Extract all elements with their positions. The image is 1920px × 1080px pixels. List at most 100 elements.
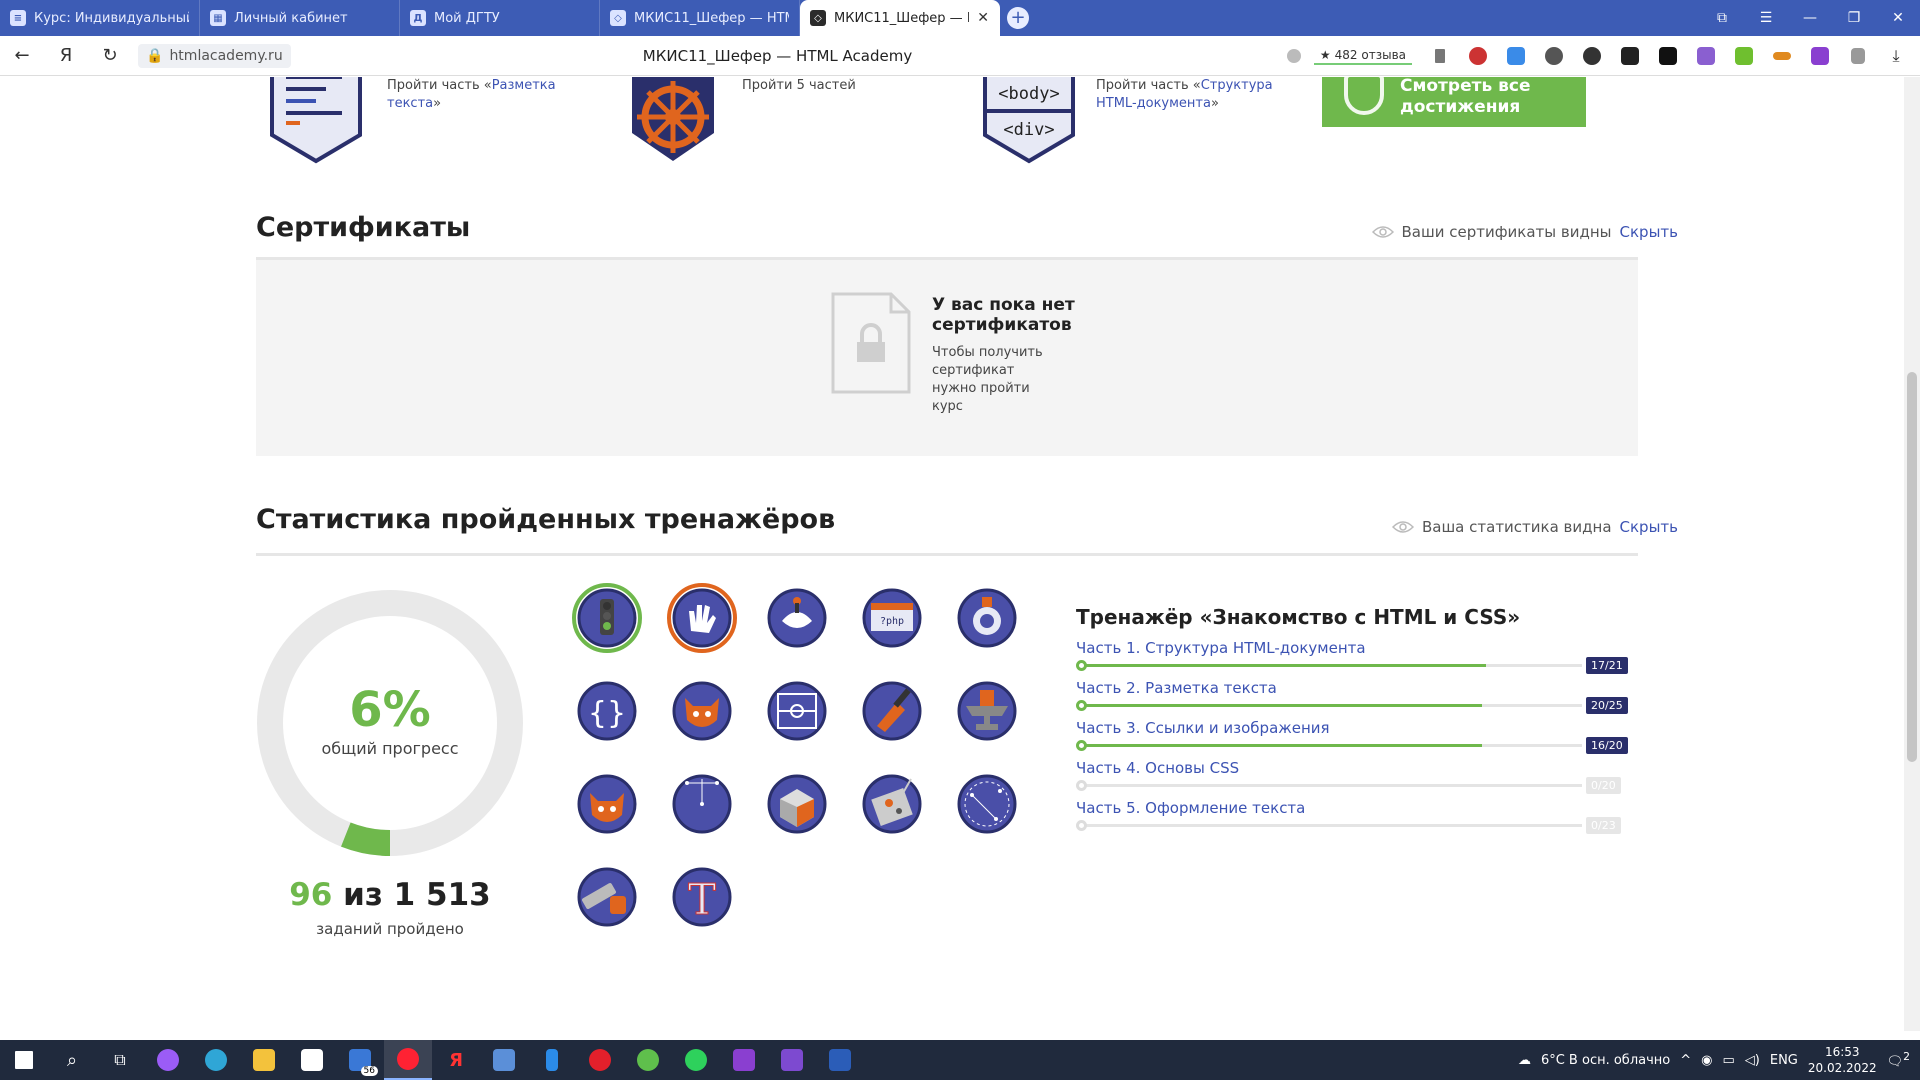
course-part-count-badge: 17/21 xyxy=(1586,657,1628,674)
vk-icon[interactable] xyxy=(1650,40,1686,72)
yandex-browser-icon[interactable] xyxy=(384,1040,432,1080)
course-part-link[interactable]: Часть 2. Разметка текста xyxy=(1076,679,1277,697)
clock[interactable]: 16:53 20.02.2022 xyxy=(1808,1044,1877,1076)
course-part-progress-dot xyxy=(1076,700,1087,711)
extensions-icon[interactable] xyxy=(1840,40,1876,72)
rubik-cube-icon[interactable] xyxy=(762,769,832,839)
windows-start-icon[interactable] xyxy=(0,1040,48,1080)
globe-network-icon[interactable] xyxy=(952,769,1022,839)
menu-icon[interactable]: ☰ xyxy=(1744,0,1788,36)
course-part-link[interactable]: Часть 3. Ссылки и изображения xyxy=(1076,719,1330,737)
steam-icon[interactable]: ◉ xyxy=(1701,1053,1712,1068)
text-markup-badge-icon xyxy=(270,77,362,164)
phone-icon[interactable] xyxy=(528,1040,576,1080)
weather-text[interactable]: 6°C В осн. облачно xyxy=(1541,1053,1670,1068)
robot-remote-icon[interactable] xyxy=(857,769,927,839)
extension-rainbow-icon[interactable] xyxy=(1764,40,1800,72)
tasks-label: заданий пройдено xyxy=(316,920,464,938)
course-part-link[interactable]: Часть 1. Структура HTML-документа xyxy=(1076,639,1366,657)
browser-tab-1[interactable]: ≡ Курс: Индивидуальный пр xyxy=(0,0,200,36)
spinning-top-icon[interactable] xyxy=(762,583,832,653)
typography-t-icon[interactable]: T xyxy=(667,862,737,932)
certificates-visibility: Ваши сертификаты видны Скрыть xyxy=(1371,223,1678,241)
search-icon[interactable]: ⌕ xyxy=(48,1040,96,1080)
calculator-icon[interactable] xyxy=(480,1040,528,1080)
page-scrollbar[interactable] xyxy=(1904,77,1920,1031)
php-clapper-icon[interactable]: ?php xyxy=(857,583,927,653)
football-field-icon[interactable] xyxy=(762,676,832,746)
vulcan-hand-icon[interactable] xyxy=(667,583,737,653)
close-window-icon[interactable]: ✕ xyxy=(1876,0,1920,36)
browser-tab-active[interactable]: ◇ МКИС11_Шефер — HTM ✕ xyxy=(800,0,1000,36)
fox-icon[interactable] xyxy=(572,769,642,839)
extension-grid-icon[interactable] xyxy=(1688,40,1724,72)
opera-icon[interactable] xyxy=(576,1040,624,1080)
course-part-progress-dot xyxy=(1076,740,1087,751)
visual-studio-icon[interactable] xyxy=(768,1040,816,1080)
ship-wheel-badge-icon xyxy=(632,77,714,161)
close-tab-icon[interactable]: ✕ xyxy=(977,10,989,26)
svg-text:?php: ?php xyxy=(880,616,904,627)
clock-time: 16:53 xyxy=(1824,1045,1860,1059)
reviews-badge[interactable]: ★ 482 отзыва xyxy=(1313,48,1412,65)
twitch-icon[interactable] xyxy=(720,1040,768,1080)
pendulum-icon[interactable] xyxy=(667,769,737,839)
scrollbar-thumb[interactable] xyxy=(1907,372,1917,762)
portal-icon: ▦ xyxy=(210,10,226,26)
store-icon[interactable] xyxy=(288,1040,336,1080)
mail-icon[interactable]: 56 xyxy=(336,1040,384,1080)
fox-sleep-icon[interactable] xyxy=(667,676,737,746)
alice-icon[interactable] xyxy=(144,1040,192,1080)
university-icon: Д xyxy=(410,10,426,26)
tasks-count: 96 из 1 513 xyxy=(256,877,524,913)
minimize-icon[interactable]: — xyxy=(1788,0,1832,36)
curly-braces-icon[interactable]: {} xyxy=(572,676,642,746)
speaker-icon[interactable]: ◁) xyxy=(1745,1053,1760,1068)
yandex-icon[interactable]: Я xyxy=(432,1040,480,1080)
extension-shield-icon[interactable] xyxy=(1460,40,1496,72)
traffic-light-icon[interactable] xyxy=(572,583,642,653)
task-view-icon[interactable]: ⧉ xyxy=(96,1040,144,1080)
course-part-progress-dot xyxy=(1076,820,1087,831)
course-part-link[interactable]: Часть 4. Основы CSS xyxy=(1076,759,1239,777)
browser-tab-2[interactable]: ▦ Личный кабинет xyxy=(200,0,400,36)
browser-tab-4[interactable]: ◇ МКИС11_Шефер — HTML xyxy=(600,0,800,36)
telegram-icon[interactable] xyxy=(624,1040,672,1080)
course-part-link[interactable]: Часть 5. Оформление текста xyxy=(1076,799,1305,817)
extension-circle-icon[interactable] xyxy=(1574,40,1610,72)
network-icon[interactable]: ▭ xyxy=(1722,1053,1734,1068)
course-part-row: Часть 1. Структура HTML-документа 17/21 xyxy=(1076,639,1628,679)
chainsaw-icon[interactable] xyxy=(572,862,642,932)
edge-icon[interactable] xyxy=(192,1040,240,1080)
hide-stats-link[interactable]: Скрыть xyxy=(1620,518,1678,536)
notifications-icon[interactable]: 🗨2 xyxy=(1887,1050,1910,1069)
protect-icon[interactable] xyxy=(1276,40,1312,72)
shield-icon xyxy=(1344,77,1384,115)
submarine-icon[interactable] xyxy=(952,583,1022,653)
hide-certificates-link[interactable]: Скрыть xyxy=(1620,223,1678,241)
twitch-icon[interactable] xyxy=(1802,40,1838,72)
language-indicator[interactable]: ENG xyxy=(1770,1053,1798,1068)
bookmark-icon[interactable] xyxy=(1422,40,1458,72)
new-tab-button[interactable]: + xyxy=(1000,0,1036,36)
extension-bulb-icon[interactable] xyxy=(1536,40,1572,72)
word-icon[interactable] xyxy=(816,1040,864,1080)
course-part-row: Часть 4. Основы CSS 0/20 xyxy=(1076,759,1626,799)
chevron-up-icon[interactable]: ^ xyxy=(1680,1053,1691,1068)
browser-tab-strip: ≡ Курс: Индивидуальный пр ▦ Личный кабин… xyxy=(0,0,1920,36)
browser-tab-3[interactable]: Д Мой ДГТУ xyxy=(400,0,600,36)
tab-title: Мой ДГТУ xyxy=(434,10,500,26)
paint-brush-icon[interactable] xyxy=(857,676,927,746)
downloads-icon[interactable]: ⤓ xyxy=(1878,40,1914,72)
extension-arrow-icon[interactable] xyxy=(1498,40,1534,72)
restore-icon[interactable]: ❐ xyxy=(1832,0,1876,36)
collections-icon[interactable]: ⧉ xyxy=(1700,0,1744,36)
eye-icon xyxy=(1391,521,1414,533)
extension-check-icon[interactable] xyxy=(1612,40,1648,72)
file-explorer-icon[interactable] xyxy=(240,1040,288,1080)
view-all-achievements-button[interactable]: Смотреть все достижения xyxy=(1322,77,1586,127)
anvil-icon[interactable] xyxy=(952,676,1022,746)
course-part-progress-fill xyxy=(1080,664,1487,667)
whatsapp-icon[interactable] xyxy=(672,1040,720,1080)
download-arrow-icon[interactable] xyxy=(1726,40,1762,72)
